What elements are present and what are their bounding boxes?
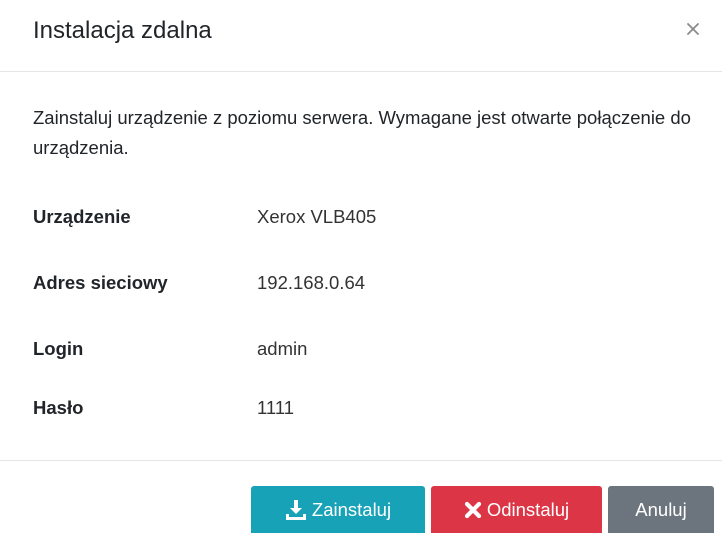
address-value: 192.168.0.64: [257, 272, 366, 293]
remote-install-dialog: Instalacja zdalna Zainstaluj urządzenie …: [0, 0, 722, 533]
install-button-label: Zainstaluj: [311, 499, 392, 520]
address-label: Adres sieciowy: [33, 272, 168, 293]
dialog-body: Zainstaluj urządzenie z poziomu serwera.…: [0, 72, 722, 461]
login-value: admin: [257, 338, 308, 359]
field-row-login: Login admin: [33, 334, 693, 364]
uninstall-button[interactable]: Odinstaluj: [431, 486, 602, 533]
field-row-device: Urządzenie Xerox VLB405: [33, 202, 693, 232]
field-row-address: Adres sieciowy 192.168.0.64: [33, 268, 693, 298]
x-icon: [464, 501, 482, 519]
dialog-footer: Zainstaluj Odinstaluj Anuluj: [0, 461, 722, 533]
password-label: Hasło: [33, 397, 84, 418]
close-button[interactable]: [678, 14, 708, 44]
device-value: Xerox VLB405: [257, 206, 377, 227]
password-value: 1111: [257, 397, 295, 418]
login-label: Login: [33, 338, 84, 359]
dialog-description: Zainstaluj urządzenie z poziomu serwera.…: [33, 107, 691, 158]
uninstall-button-label: Odinstaluj: [486, 499, 570, 520]
dialog-header: Instalacja zdalna: [0, 0, 722, 72]
cancel-button[interactable]: Anuluj: [608, 486, 714, 533]
cancel-button-label: Anuluj: [635, 499, 687, 520]
install-button[interactable]: Zainstaluj: [251, 486, 425, 533]
device-label: Urządzenie: [33, 206, 131, 227]
close-icon: [686, 22, 700, 36]
dialog-title: Instalacja zdalna: [33, 17, 212, 44]
field-row-password: Hasło 1111: [33, 393, 693, 423]
download-icon: [285, 499, 307, 521]
